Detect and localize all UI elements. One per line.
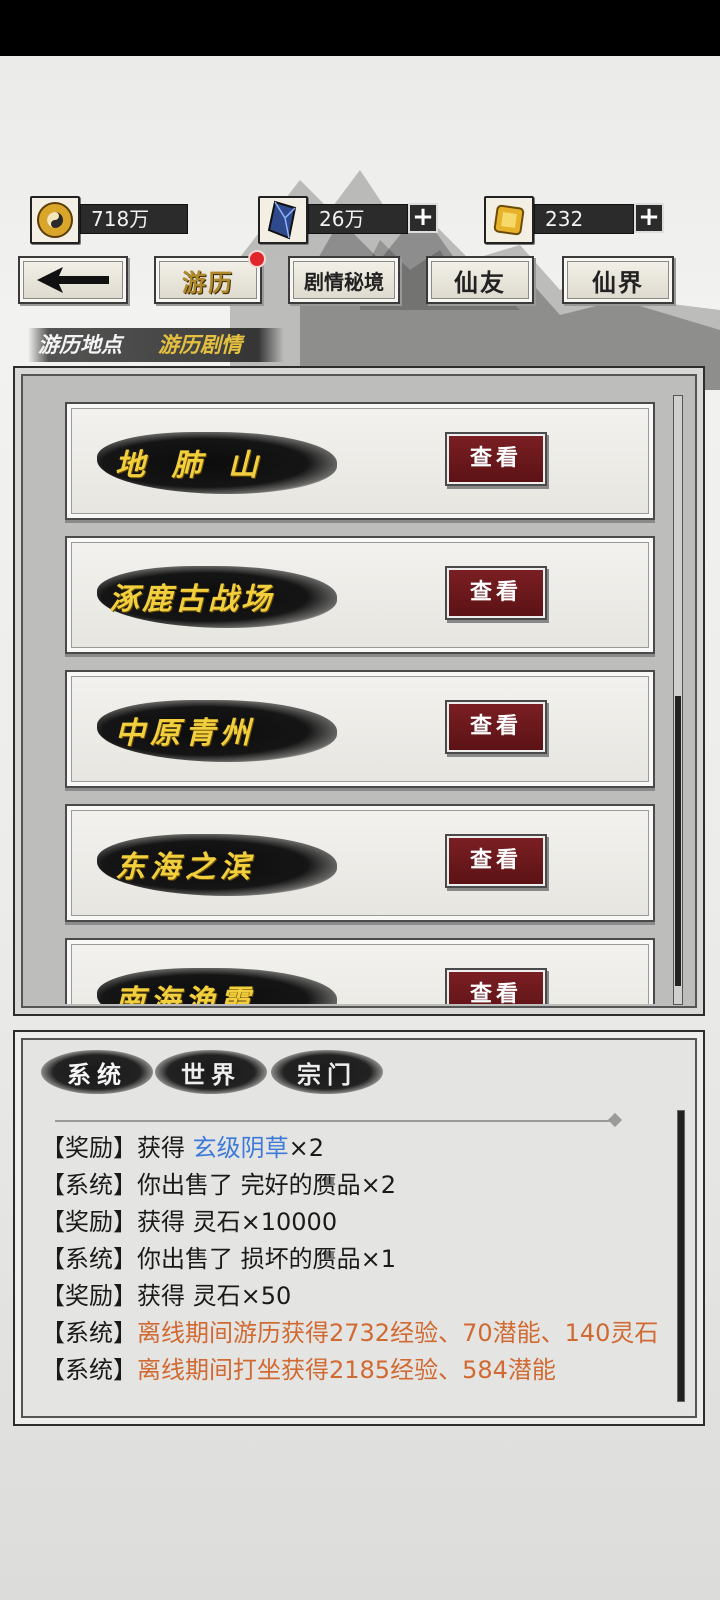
view-button[interactable]: 查看 [447, 702, 545, 752]
tab-immortal-realm[interactable]: 仙界 [562, 256, 674, 304]
currency-value: 718万 [80, 204, 188, 234]
currency-value: 232 [534, 204, 634, 234]
back-arrow-icon [37, 267, 109, 293]
location-card: 东海之滨 查看 [65, 804, 655, 922]
location-card: 南海渔霞 查看 [65, 938, 655, 1004]
currency-crystal: 26万 + [258, 196, 440, 244]
chat-message: 【奖励】获得 玄级阴草×2 [41, 1134, 325, 1162]
chat-tab-label: 系统 [67, 1059, 127, 1089]
chat-message: 【系统】你出售了 损坏的赝品×1 [41, 1245, 397, 1273]
location-name: 南海渔霞 [115, 984, 255, 1004]
chat-scrollbar[interactable] [677, 1110, 685, 1402]
chat-message: 【系统】离线期间游历获得2732经验、70潜能、140灵石 [41, 1319, 659, 1347]
currency-gold: 232 + [484, 196, 666, 244]
tab-label: 游历 [182, 267, 234, 297]
sub-tab-bar: 游历地点 游历剧情 [28, 328, 284, 362]
location-card: 地 肺 山 查看 [65, 402, 655, 520]
chat-message: 【奖励】获得 灵石×50 [41, 1282, 292, 1310]
scrollbar-thumb[interactable] [675, 696, 681, 986]
location-scrollbar[interactable] [673, 395, 683, 1005]
location-list[interactable]: 地 肺 山 查看 涿鹿古战场 查看 中原青州 查看 东海之滨 查看 南海渔霞 查… [41, 384, 677, 1004]
add-crystal-button[interactable]: + [408, 203, 438, 233]
bagua-coin-icon [30, 196, 80, 244]
tab-story-realm[interactable]: 剧情秘境 [288, 256, 400, 304]
chat-tab-label: 宗门 [297, 1059, 357, 1089]
view-button[interactable]: 查看 [447, 434, 545, 484]
chat-messages[interactable]: 【奖励】获得 玄级阴草×2 【系统】你出售了 完好的赝品×2 【奖励】获得 灵石… [41, 1130, 671, 1389]
chat-tab-sect[interactable]: 宗门 [271, 1050, 383, 1094]
location-name: 中原青州 [115, 716, 255, 751]
location-card: 涿鹿古战场 查看 [65, 536, 655, 654]
subtab-travel-locations[interactable]: 游历地点 [38, 328, 122, 362]
add-gold-button[interactable]: + [634, 203, 664, 233]
subtab-travel-story[interactable]: 游历剧情 [158, 328, 242, 362]
tab-label: 仙界 [592, 267, 644, 297]
chat-tab-world[interactable]: 世界 [155, 1050, 267, 1094]
item-link[interactable]: 玄级阴草 [193, 1134, 289, 1162]
tab-travel[interactable]: 游历 [154, 250, 266, 304]
tab-label: 仙友 [454, 267, 506, 297]
view-button[interactable]: 查看 [447, 568, 545, 618]
chat-message: 【系统】离线期间打坐获得2185经验、584潜能 [41, 1356, 556, 1384]
location-name: 地 肺 山 [115, 448, 266, 483]
location-name: 东海之滨 [115, 850, 255, 885]
chat-tab-system[interactable]: 系统 [41, 1050, 153, 1094]
chat-message: 【奖励】获得 灵石×10000 [41, 1208, 338, 1236]
currency-spirit-coin: 718万 [30, 196, 188, 244]
location-card: 中原青州 查看 [65, 670, 655, 788]
tab-immortal-friends[interactable]: 仙友 [426, 256, 534, 304]
gold-ingot-icon [484, 196, 534, 244]
blue-crystal-icon [258, 196, 308, 244]
tab-label: 剧情秘境 [304, 269, 384, 294]
chat-tab-label: 世界 [181, 1059, 241, 1089]
view-button[interactable]: 查看 [447, 970, 545, 1004]
back-button[interactable] [18, 256, 128, 304]
chat-divider [55, 1120, 615, 1122]
notification-badge [248, 250, 266, 268]
location-name: 涿鹿古战场 [109, 582, 274, 617]
currency-value: 26万 [308, 204, 408, 234]
location-list-panel: 地 肺 山 查看 涿鹿古战场 查看 中原青州 查看 东海之滨 查看 南海渔霞 查… [13, 366, 705, 1016]
chat-panel: 系统 世界 宗门 【奖励】获得 玄级阴草×2 【系统】你出售了 完好的赝品×2 … [13, 1030, 705, 1426]
status-bar [0, 0, 720, 56]
view-button[interactable]: 查看 [447, 836, 545, 886]
chat-message: 【系统】你出售了 完好的赝品×2 [41, 1171, 397, 1199]
